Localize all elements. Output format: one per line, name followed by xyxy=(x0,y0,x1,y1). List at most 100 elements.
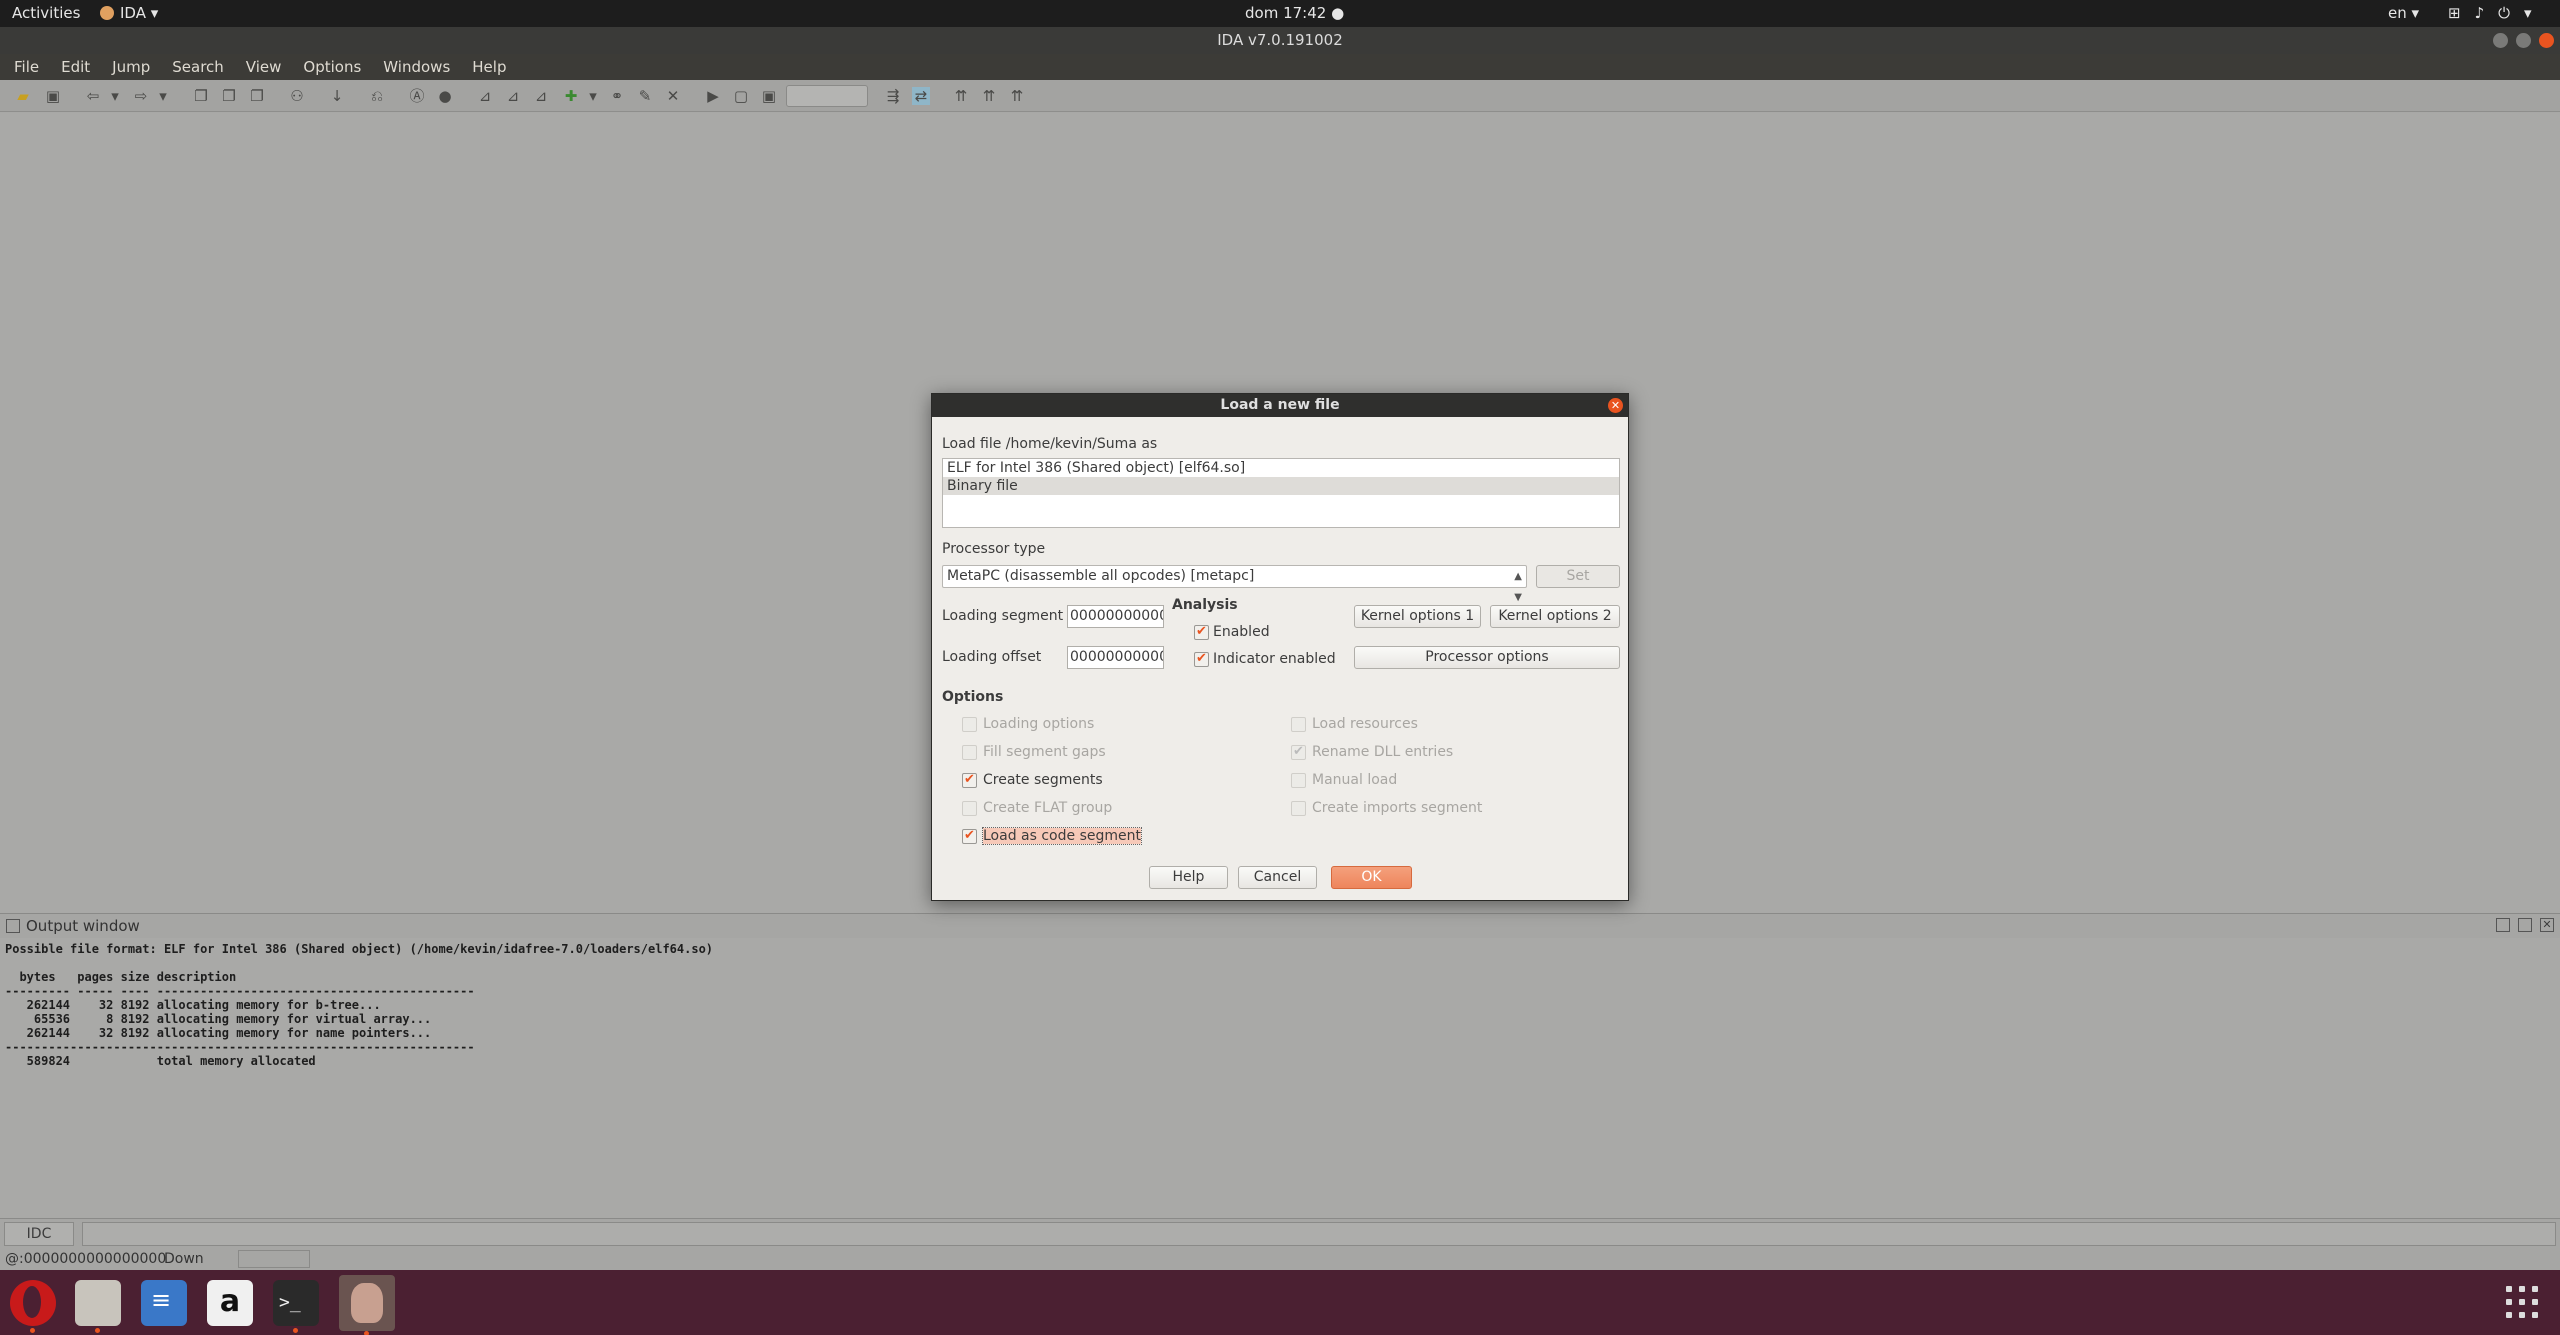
rename-dll-entries-checkbox[interactable] xyxy=(1291,744,1306,760)
copy-icon[interactable]: ❐ xyxy=(192,87,210,105)
output-line: 262144 32 8192 allocating memory for b-t… xyxy=(5,998,381,1012)
create-flat-group-label: Create FLAT group xyxy=(983,800,1113,816)
text-search-icon[interactable]: ⎌ xyxy=(368,87,386,105)
maximize-button[interactable] xyxy=(2516,33,2531,48)
terminal-icon[interactable]: >_ xyxy=(273,1280,319,1333)
analysis-enabled-checkbox[interactable] xyxy=(1194,624,1209,640)
text-icon[interactable]: Ⓐ xyxy=(408,87,426,105)
trace-into-icon[interactable]: ⇈ xyxy=(980,87,998,105)
status-segment xyxy=(238,1250,310,1268)
back-icon[interactable]: ⇦ xyxy=(84,87,102,105)
manual-load-label: Manual load xyxy=(1312,772,1398,788)
manual-load-checkbox[interactable] xyxy=(1291,773,1306,788)
delete-icon[interactable]: ✕ xyxy=(664,87,682,105)
paste-icon[interactable]: ❐ xyxy=(220,87,238,105)
graph-up-icon[interactable]: ⊿ xyxy=(504,87,522,105)
trace-icon[interactable]: ⇈ xyxy=(952,87,970,105)
close-icon[interactable]: ✕ xyxy=(2540,918,2554,932)
volume-icon: ♪ xyxy=(2474,4,2485,22)
activities-button[interactable]: Activities xyxy=(12,4,80,22)
clock[interactable]: dom 17:42 ● xyxy=(1245,4,1344,22)
chevron-down-icon[interactable]: ▾ xyxy=(154,87,172,105)
kernel-options-2-button[interactable]: Kernel options 2 xyxy=(1490,605,1620,628)
menu-view[interactable]: View xyxy=(246,54,282,80)
loading-segment-input[interactable]: 0000000000000000 xyxy=(1067,605,1164,628)
loading-options-checkbox[interactable] xyxy=(962,717,977,732)
idc-command-input[interactable] xyxy=(82,1222,2556,1246)
debugger-combo[interactable] xyxy=(786,85,868,107)
save-icon[interactable]: ▣ xyxy=(44,87,62,105)
play-icon[interactable]: ▶ xyxy=(704,87,722,105)
close-window-button[interactable] xyxy=(2539,33,2554,48)
down-arrow-icon[interactable]: ↓ xyxy=(328,87,346,105)
indicator-enabled-label: Indicator enabled xyxy=(1213,651,1336,667)
running-indicator xyxy=(364,1331,369,1335)
opera-browser-icon[interactable] xyxy=(10,1280,56,1333)
app-menu[interactable]: IDA ▾ xyxy=(100,4,158,22)
debugger-icon[interactable]: ⇄ xyxy=(912,87,930,105)
fill-segment-gaps-checkbox[interactable] xyxy=(962,745,977,760)
link-icon[interactable]: ⚭ xyxy=(608,87,626,105)
pause-icon[interactable]: ▢ xyxy=(732,87,750,105)
graph-out-icon[interactable]: ⊿ xyxy=(532,87,550,105)
amazon-icon[interactable]: a xyxy=(207,1280,253,1326)
graph-icon[interactable]: ⊿ xyxy=(476,87,494,105)
output-line: --------- ----- ---- -------------------… xyxy=(5,984,475,998)
set-button[interactable]: Set xyxy=(1536,565,1620,588)
stop-icon[interactable]: ▣ xyxy=(760,87,778,105)
libreoffice-writer-icon[interactable] xyxy=(141,1280,187,1326)
create-imports-segment-checkbox[interactable] xyxy=(1291,801,1306,816)
output-line: 589824 total memory allocated xyxy=(5,1054,316,1068)
loading-offset-input[interactable]: 0000000000000000 xyxy=(1067,646,1164,669)
chevron-down-icon[interactable]: ▾ xyxy=(106,87,124,105)
minimize-button[interactable] xyxy=(2493,33,2508,48)
menu-search[interactable]: Search xyxy=(172,54,224,80)
ida-icon[interactable] xyxy=(339,1275,395,1335)
system-tray[interactable]: ⊞ ♪ ⏻ ▾ xyxy=(2448,4,2532,22)
load-resources-checkbox[interactable] xyxy=(1291,717,1306,732)
circle-icon[interactable]: ● xyxy=(436,87,454,105)
processor-type-select[interactable]: MetaPC (disassemble all opcodes) [metapc… xyxy=(942,565,1527,603)
file-format-list[interactable]: ELF for Intel 386 (Shared object) [elf64… xyxy=(942,458,1620,528)
chevron-down-icon[interactable]: ▾ xyxy=(584,87,602,105)
create-flat-group-checkbox[interactable] xyxy=(962,801,977,816)
network-icon: ⊞ xyxy=(2448,4,2461,22)
load-as-code-segment-checkbox[interactable] xyxy=(962,828,977,844)
menu-edit[interactable]: Edit xyxy=(61,54,90,80)
add-icon[interactable]: ✚ xyxy=(562,87,580,105)
kernel-options-1-button[interactable]: Kernel options 1 xyxy=(1354,605,1481,628)
files-icon[interactable] xyxy=(75,1280,121,1333)
format-option-binary[interactable]: Binary file xyxy=(943,477,1619,495)
restore-icon[interactable] xyxy=(2518,918,2532,932)
open-icon[interactable]: ▰ xyxy=(14,87,32,105)
idc-language-button[interactable]: IDC xyxy=(4,1222,74,1246)
load-resources-label: Load resources xyxy=(1312,716,1418,732)
menu-options[interactable]: Options xyxy=(303,54,361,80)
menu-help[interactable]: Help xyxy=(472,54,506,80)
show-applications-icon[interactable] xyxy=(2506,1286,2540,1320)
trace-over-icon[interactable]: ⇈ xyxy=(1008,87,1026,105)
paste-special-icon[interactable]: ❐ xyxy=(248,87,266,105)
ok-button[interactable]: OK xyxy=(1331,866,1412,889)
load-file-dialog: Load a new file ✕ Load file /home/kevin/… xyxy=(931,393,1629,901)
binoculars-icon[interactable]: ⚇ xyxy=(288,87,306,105)
dialog-close-button[interactable]: ✕ xyxy=(1608,398,1623,413)
forward-icon[interactable]: ⇨ xyxy=(132,87,150,105)
output-window-text[interactable]: Possible file format: ELF for Intel 386 … xyxy=(0,938,2560,1218)
indicator-enabled-checkbox[interactable] xyxy=(1194,651,1209,667)
float-icon[interactable] xyxy=(2496,918,2510,932)
processor-options-button[interactable]: Processor options xyxy=(1354,646,1620,669)
edit-icon[interactable]: ✎ xyxy=(636,87,654,105)
menu-file[interactable]: File xyxy=(14,54,39,80)
menu-jump[interactable]: Jump xyxy=(112,54,150,80)
cancel-button[interactable]: Cancel xyxy=(1238,866,1317,889)
create-segments-checkbox[interactable] xyxy=(962,772,977,788)
gnome-top-bar: Activities IDA ▾ dom 17:42 ● en ▾ ⊞ ♪ ⏻ … xyxy=(0,0,2560,27)
help-button[interactable]: Help xyxy=(1149,866,1228,889)
format-option-elf[interactable]: ELF for Intel 386 (Shared object) [elf64… xyxy=(943,459,1619,477)
loading-offset-label: Loading offset xyxy=(942,649,1042,665)
window-controls xyxy=(2493,33,2554,48)
menu-windows[interactable]: Windows xyxy=(383,54,450,80)
language-selector[interactable]: en ▾ xyxy=(2388,4,2419,22)
step-icon[interactable]: ⇶ xyxy=(884,87,902,105)
